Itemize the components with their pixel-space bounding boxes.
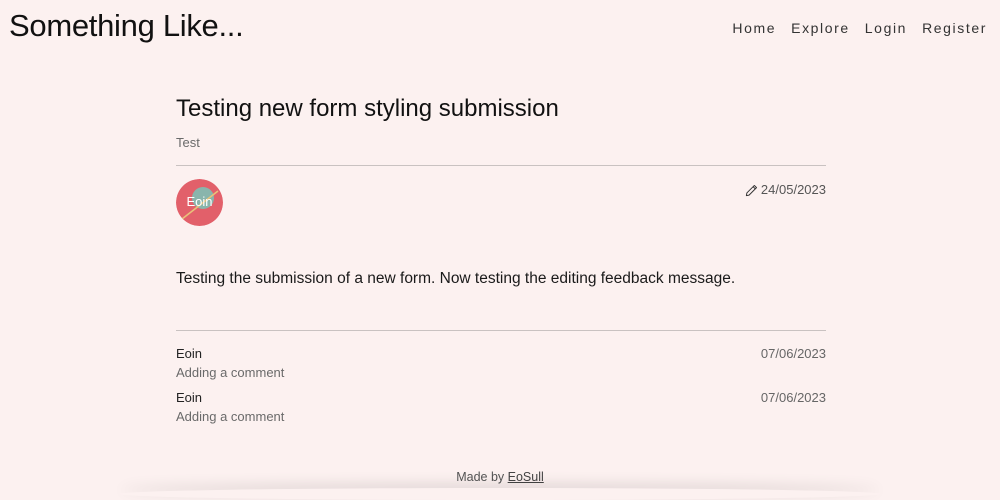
comments-divider: [176, 330, 826, 331]
comment-author: Eoin: [176, 346, 203, 361]
comment-text: Adding a comment: [176, 409, 285, 424]
author-avatar[interactable]: Eoin: [176, 179, 223, 226]
nav-register-link[interactable]: Register: [922, 18, 987, 38]
main-nav: Home Explore Login Register: [732, 18, 987, 38]
site-title[interactable]: Something Like...: [9, 6, 244, 46]
post-detail: Testing new form styling submission Test…: [176, 92, 826, 433]
nav-home-link[interactable]: Home: [732, 18, 776, 38]
post-meta-row: Eoin 24/05/2023 Testing the submission o…: [176, 166, 826, 304]
comment-author: Eoin: [176, 390, 203, 405]
post-subtitle: Test: [176, 135, 200, 150]
comment-date: 07/06/2023: [760, 390, 826, 405]
comment-date: 07/06/2023: [760, 346, 826, 361]
post-title: Testing new form styling submission: [176, 95, 559, 122]
comments-list: Eoin Adding a comment 07/06/2023 Eoin Ad…: [176, 345, 826, 433]
pencil-icon[interactable]: [745, 184, 758, 197]
footer-author-link[interactable]: EoSull: [508, 470, 544, 484]
site-header: Something Like... Home Explore Login Reg…: [0, 0, 1000, 56]
post-date: 24/05/2023: [745, 182, 826, 198]
footer-shadow: [120, 488, 880, 500]
post-date-text: 24/05/2023: [760, 182, 826, 197]
nav-login-link[interactable]: Login: [865, 18, 907, 38]
comment-text: Adding a comment: [176, 365, 285, 380]
footer-prefix: Made by: [456, 470, 508, 484]
site-footer: Made by EoSull: [0, 467, 1000, 487]
comment-item: Eoin Adding a comment 07/06/2023: [176, 345, 826, 389]
nav-explore-link[interactable]: Explore: [791, 18, 850, 38]
post-body: Testing the submission of a new form. No…: [176, 270, 736, 287]
comment-item: Eoin Adding a comment 07/06/2023: [176, 389, 826, 433]
author-avatar-label: Eoin: [186, 194, 212, 209]
